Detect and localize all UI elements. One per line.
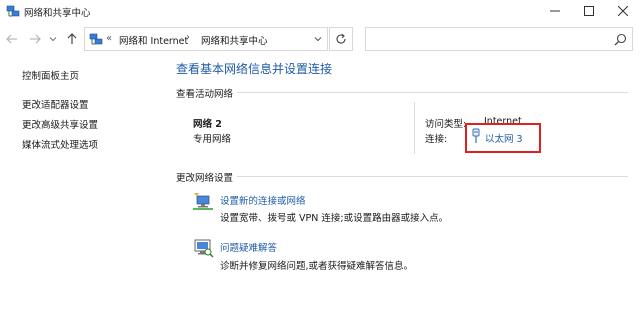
network-name: 网络 2 [193, 119, 222, 130]
active-networks-heading: 查看活动网络 [176, 86, 238, 100]
control-panel-home-link[interactable]: 控制面板主页 [22, 68, 79, 82]
media-streaming-options-link[interactable]: 媒体流式处理选项 [22, 137, 98, 151]
access-type-label: 访问类型: [425, 119, 467, 130]
forward-button[interactable] [27, 31, 43, 47]
breadcrumb-overflow[interactable]: « [106, 33, 112, 44]
troubleshoot-icon [192, 238, 214, 258]
up-button[interactable] [64, 31, 80, 47]
address-bar[interactable]: « 网络和 Internet › 网络和共享中心 [84, 27, 328, 51]
connections-label: 连接: [425, 134, 448, 145]
divider [414, 102, 415, 154]
new-connection-icon [192, 192, 214, 212]
setup-new-connection-link[interactable]: 设置新的连接或网络 [220, 193, 306, 207]
change-advanced-sharing-link[interactable]: 更改高级共享设置 [22, 117, 98, 131]
ethernet-icon [470, 128, 482, 144]
minimize-button[interactable] [538, 0, 572, 22]
network-center-icon [89, 32, 103, 46]
breadcrumb-separator[interactable]: › [186, 32, 190, 43]
window-title: 网络和共享中心 [24, 8, 91, 19]
recent-locations-button[interactable] [47, 31, 59, 47]
back-button[interactable] [4, 31, 20, 47]
troubleshoot-problems-link[interactable]: 问题疑难解答 [220, 240, 277, 254]
title-bar: 网络和共享中心 [0, 0, 640, 22]
network-type: 专用网络 [193, 134, 232, 145]
refresh-button[interactable] [329, 27, 353, 51]
maximize-button[interactable] [572, 0, 606, 22]
ethernet-connection-link[interactable]: 以太网 3 [485, 131, 523, 145]
refresh-icon [336, 33, 346, 44]
search-input[interactable] [365, 27, 633, 51]
change-adapter-settings-link[interactable]: 更改适配器设置 [22, 97, 89, 111]
divider [176, 176, 628, 177]
page-title: 查看基本网络信息并设置连接 [176, 62, 333, 76]
navigation-bar: « 网络和 Internet › 网络和共享中心 [0, 26, 640, 52]
setup-new-connection-description: 设置宽带、拨号或 VPN 连接;或设置路由器或接入点。 [220, 213, 449, 224]
troubleshoot-problems-description: 诊断并修复网络问题,或者获得疑难解答信息。 [220, 261, 414, 272]
address-dropdown-button[interactable] [311, 32, 325, 46]
breadcrumb-network-internet[interactable]: 网络和 Internet [119, 33, 188, 47]
change-settings-heading: 更改网络设置 [176, 170, 238, 184]
breadcrumb-network-sharing-center[interactable]: 网络和共享中心 [201, 33, 268, 47]
search-icon [614, 33, 627, 46]
divider [176, 92, 628, 93]
network-center-icon [6, 4, 20, 18]
close-button[interactable] [606, 0, 640, 22]
